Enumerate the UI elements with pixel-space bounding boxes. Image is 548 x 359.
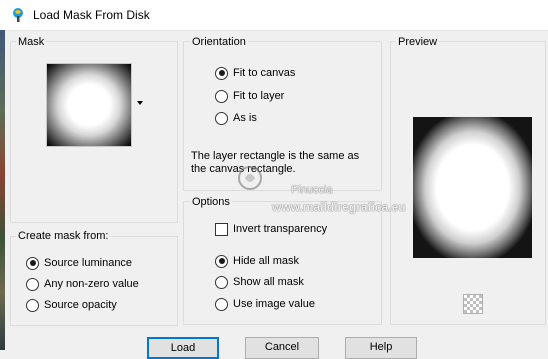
watermark-logo-icon [238,166,262,190]
orientation-info-text: The layer rectangle is the same as the c… [191,150,360,175]
options-group-label: Options [190,196,232,208]
radio-indicator [215,66,228,80]
title-bar: Load Mask From Disk [0,0,548,31]
radio-indicator [215,111,228,125]
watermark-name: Pinuccia [291,184,333,196]
mask-dropdown-arrow-icon[interactable] [137,101,143,105]
radio-indicator [215,297,228,311]
radio-indicator [215,254,228,268]
invert-transparency-checkbox[interactable]: Invert transparency [215,221,327,237]
radio-source-opacity[interactable]: Source opacity [26,297,117,313]
checkbox-indicator [215,222,228,236]
radio-label: Source opacity [44,299,117,311]
radio-label: Hide all mask [233,255,300,267]
radio-label: Use image value [233,298,315,310]
preview-image [413,117,532,258]
background-strip [0,30,5,350]
app-brush-icon [13,8,23,22]
radio-show-all-mask[interactable]: Show all mask [215,274,304,290]
radio-indicator [215,89,228,103]
create-mask-group-label: Create mask from: [16,230,111,242]
radio-label: As is [233,112,257,124]
radio-indicator [26,256,39,270]
radio-any-non-zero[interactable]: Any non-zero value [26,276,139,292]
radio-label: Show all mask [233,276,304,288]
radio-fit-to-layer[interactable]: Fit to layer [215,88,284,104]
radio-as-is[interactable]: As is [215,110,257,126]
radio-indicator [215,275,228,289]
preview-group-label: Preview [396,36,440,48]
radio-source-luminance[interactable]: Source luminance [26,255,132,271]
radio-fit-to-canvas[interactable]: Fit to canvas [215,65,295,81]
cancel-button[interactable]: Cancel [245,337,319,359]
radio-label: Any non-zero value [44,278,139,290]
orientation-group-label: Orientation [190,36,248,48]
checkbox-label: Invert transparency [233,223,328,235]
radio-label: Fit to layer [233,90,285,102]
radio-label: Source luminance [44,257,133,269]
radio-indicator [26,277,39,291]
watermark-url: www.maildiregrafica.eu [272,200,406,214]
help-button[interactable]: Help [345,337,417,359]
mask-thumbnail[interactable] [46,63,132,147]
radio-indicator [26,298,39,312]
mask-group-label: Mask [16,36,47,48]
load-button[interactable]: Load [147,337,219,359]
transparency-checker-icon[interactable] [463,294,483,314]
radio-use-image-value[interactable]: Use image value [215,296,315,312]
radio-hide-all-mask[interactable]: Hide all mask [215,253,299,269]
window-title: Load Mask From Disk [33,8,150,22]
radio-label: Fit to canvas [233,67,296,79]
